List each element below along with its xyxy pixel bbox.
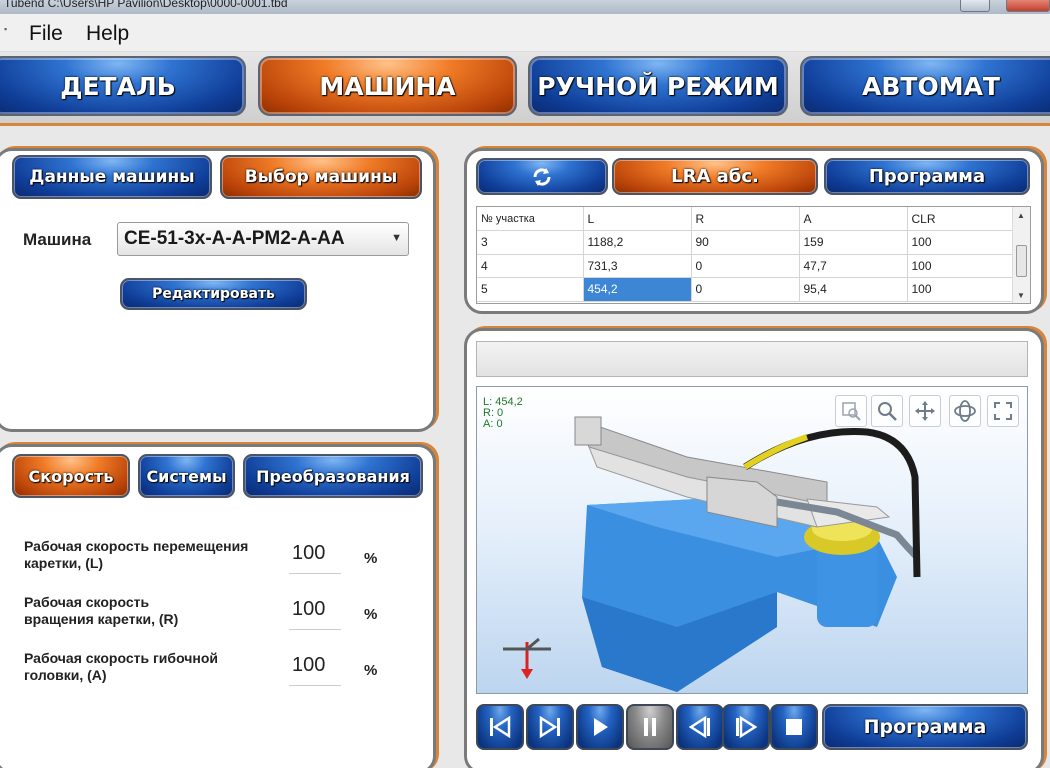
scroll-up-icon[interactable]: ▲ (1017, 211, 1025, 220)
machine-label: Машина (23, 230, 92, 249)
3d-viewport[interactable]: L: 454,2 R: 0 A: 0 (476, 386, 1028, 694)
tab-machine-select[interactable]: Выбор машины (220, 155, 422, 199)
table-cell[interactable]: 100 (907, 230, 1014, 255)
table-cell[interactable]: 90 (691, 230, 800, 255)
pause-button[interactable] (626, 704, 674, 750)
table-cell[interactable]: 100 (907, 254, 1014, 278)
program-tab-button[interactable]: Программа (824, 158, 1030, 195)
table-cell[interactable]: 159 (799, 230, 908, 255)
stop-icon (786, 719, 802, 735)
stop-button[interactable] (770, 704, 818, 750)
col-header[interactable]: A (799, 207, 908, 231)
table-cell[interactable]: 5 (477, 277, 584, 302)
speed-a-input[interactable]: 100 (289, 652, 341, 686)
tab-machine-data[interactable]: Данные машины (12, 155, 212, 199)
skip-end-icon (539, 715, 560, 739)
step-forward-button[interactable] (722, 704, 770, 750)
speed-a-label-line1: Рабочая скорость гибочной (24, 650, 219, 666)
tab-speed[interactable]: Скорость (12, 454, 130, 498)
skip-end-button[interactable] (526, 704, 574, 750)
minimize-button[interactable] (960, 0, 990, 12)
skip-start-icon (490, 715, 511, 739)
step-back-button[interactable] (676, 704, 724, 750)
status-box (476, 341, 1028, 377)
tab-systems[interactable]: Системы (138, 454, 235, 498)
chevron-down-icon: ▼ (391, 232, 402, 244)
table-cell[interactable]: 0 (691, 277, 800, 302)
table-row[interactable]: 4 731,3 0 47,7 100 (477, 254, 1014, 278)
speed-l-label-line2: каретки, (L) (24, 555, 104, 571)
pause-icon (644, 718, 656, 736)
table-cell[interactable]: 100 (907, 277, 1014, 302)
tab-automatic[interactable]: АВТОМАТ (800, 56, 1050, 116)
table-scrollbar[interactable]: ▲ ▼ (1012, 207, 1030, 303)
bending-machine-model (503, 416, 921, 692)
col-header[interactable]: R (691, 207, 800, 231)
speed-a-label-line2: головки, (A) (24, 667, 107, 683)
program-table: № участка L R A CLR 3 1188,2 90 159 100 … (476, 206, 1031, 304)
table-cell[interactable]: 4 (477, 254, 584, 278)
play-icon (594, 718, 608, 736)
machine-select-value: CE-51-3x-A-A-PM2-A-AA (124, 228, 345, 249)
menu-bar: ▪ File Help (0, 14, 1050, 52)
speed-l-label-line1: Рабочая скорость перемещения (24, 538, 249, 554)
machine-select[interactable]: CE-51-3x-A-A-PM2-A-AA ▼ (117, 222, 409, 256)
lra-abs-button[interactable]: LRA абс. (612, 158, 818, 195)
tab-detail[interactable]: ДЕТАЛЬ (0, 56, 246, 116)
col-header[interactable]: CLR (907, 207, 1014, 231)
program-run-button[interactable]: Программа (822, 704, 1028, 750)
refresh-button[interactable] (476, 158, 608, 195)
tab-transformations[interactable]: Преобразования (243, 454, 423, 498)
col-header[interactable]: L (583, 207, 692, 231)
table-cell[interactable]: 95,4 (799, 277, 908, 302)
speed-r-label-line2: вращения каретки, (R) (24, 611, 179, 627)
table-cell[interactable]: 1188,2 (583, 230, 692, 255)
speed-r-input[interactable]: 100 (289, 596, 341, 630)
menu-file[interactable]: File (29, 22, 63, 46)
skip-start-button[interactable] (476, 704, 524, 750)
speed-a-unit: % (364, 662, 378, 679)
scroll-down-icon[interactable]: ▼ (1017, 291, 1025, 300)
step-back-icon (688, 715, 710, 739)
table-cell-selected[interactable]: 454,2 (583, 277, 692, 302)
table-row[interactable]: 5 454,2 0 95,4 100 (477, 277, 1014, 302)
edit-button[interactable]: Редактировать (120, 278, 307, 310)
close-button[interactable] (1006, 0, 1050, 12)
scroll-thumb[interactable] (1016, 245, 1027, 277)
speed-r-label-line1: Рабочая скорость (24, 594, 150, 610)
table-header: № участка L R A CLR (477, 207, 1014, 231)
app-icon: ▪ (4, 24, 8, 34)
title-bar: Tubend C:\Users\HP Pavilion\Desktop\0000… (0, 0, 1050, 14)
window-title: Tubend C:\Users\HP Pavilion\Desktop\0000… (4, 0, 288, 10)
tab-manual-mode[interactable]: РУЧНОЙ РЕЖИМ (528, 56, 788, 116)
table-row[interactable]: 3 1188,2 90 159 100 (477, 230, 1014, 255)
speed-l-input[interactable]: 100 (289, 540, 341, 574)
tab-machine[interactable]: МАШИНА (258, 56, 517, 116)
speed-r-unit: % (364, 606, 378, 623)
menu-help[interactable]: Help (86, 22, 129, 46)
table-cell[interactable]: 3 (477, 230, 584, 255)
table-cell[interactable]: 731,3 (583, 254, 692, 278)
refresh-icon (533, 167, 551, 186)
table-cell[interactable]: 0 (691, 254, 800, 278)
table-cell[interactable]: 47,7 (799, 254, 908, 278)
col-header[interactable]: № участка (477, 207, 584, 231)
play-button[interactable] (576, 704, 624, 750)
speed-l-unit: % (364, 550, 378, 567)
step-forward-icon (736, 715, 758, 739)
main-nav: ДЕТАЛЬ МАШИНА РУЧНОЙ РЕЖИМ АВТОМАТ (0, 52, 1050, 126)
